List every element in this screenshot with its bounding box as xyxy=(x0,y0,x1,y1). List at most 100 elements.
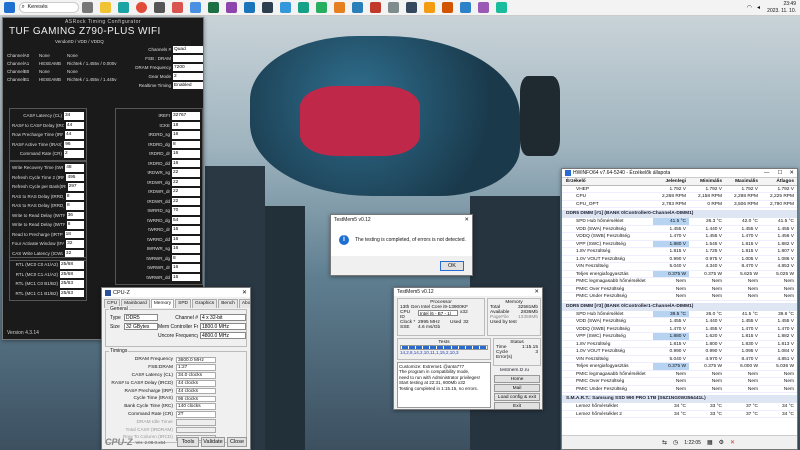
tab-spd[interactable]: SPD xyxy=(175,299,192,308)
maximize-icon[interactable]: ☐ xyxy=(773,170,786,176)
nav-icon[interactable]: ⇆ xyxy=(662,439,667,446)
app-icon[interactable] xyxy=(460,2,471,13)
sensor-row[interactable]: VDDQ (SWB) Feszültség 1.470 V 1.455 V 1.470… xyxy=(562,326,797,333)
tools-button[interactable]: Tools xyxy=(177,437,199,447)
start-icon[interactable] xyxy=(4,2,15,13)
report-icon[interactable]: ▦ xyxy=(707,439,713,446)
taskview-icon[interactable] xyxy=(82,2,93,13)
sensor-row[interactable]: 1.0V VOUT Feszültség 0.990 V 0.975 V 1.005 … xyxy=(562,256,797,263)
tab-bench[interactable]: Bench xyxy=(218,299,238,308)
sensor-min: 1.620 V xyxy=(705,334,722,339)
wifi-icon[interactable]: ◠ xyxy=(747,4,752,11)
mail-button[interactable]: Mail xyxy=(494,384,540,392)
sensor-row[interactable]: PMIC Under Feszültség Nem Nem Nem Nem xyxy=(562,293,797,301)
timing-row: tRDWR_dd 22 xyxy=(118,197,200,207)
sensor-row[interactable]: Lemez hőmérséklet 2 34 °C 33 °C 37 °C 34 °C xyxy=(562,411,797,418)
sensor-row[interactable]: VIN Feszültség 5.040 V 4.340 V 8.470 V 4.853… xyxy=(562,263,797,271)
sensor-row[interactable]: Teljes energiafogyasztás 0.375 W 0.375 W 5.… xyxy=(562,270,797,278)
sensor-section-header[interactable]: DDR5 DIMM [#3] (BANK 0/Controller1-Chann… xyxy=(562,302,797,311)
sensor-current: 1.455 V xyxy=(669,226,686,232)
sensor-row[interactable]: PMIC Over Feszültség Nem Nem Nem Nem xyxy=(562,378,797,386)
app-icon[interactable] xyxy=(154,2,165,13)
excel-icon[interactable] xyxy=(208,2,219,13)
column-header[interactable]: Minimális xyxy=(689,178,725,185)
app-icon[interactable] xyxy=(298,2,309,13)
sensor-row[interactable]: PMIC legmagasabb hőmérséklet Nem Nem Nem Nem xyxy=(562,371,797,378)
close-icon[interactable]: ✕ xyxy=(786,170,797,176)
tm5-link[interactable]: testmem.tz.ru xyxy=(500,368,529,373)
app-icon[interactable] xyxy=(172,2,183,13)
volume-icon[interactable]: ◂ xyxy=(757,4,760,11)
tab-memory[interactable]: Memory xyxy=(150,299,175,308)
column-header[interactable]: Átlagos xyxy=(761,178,797,185)
tab-about[interactable]: About xyxy=(238,299,250,308)
app-icon[interactable] xyxy=(406,2,417,13)
sensor-row[interactable]: Lemez hőmérséklet 34 °C 33 °C 37 °C 34 °C xyxy=(562,403,797,411)
sensor-row[interactable]: Teljes energiafogyasztás 0.375 W 0.375 W 6.… xyxy=(562,363,797,371)
chrome-icon[interactable] xyxy=(136,2,147,13)
minimize-icon[interactable]: — xyxy=(760,170,774,176)
sensor-row[interactable]: VHEP 1.792 V 1.792 V 1.792 V 1.792 V xyxy=(562,186,797,193)
sensor-row[interactable]: PMIC Under Feszültség Nem Nem Nem Nem xyxy=(562,386,797,393)
sensor-row[interactable]: SPD Hub hőmérséklet 41.5 °C 26.3 °C 42.0 °C… xyxy=(562,218,797,226)
explorer-icon[interactable] xyxy=(100,2,111,13)
app-icon[interactable] xyxy=(424,2,435,13)
sensor-min: 1.800 V xyxy=(705,341,722,347)
app-icon[interactable] xyxy=(334,2,345,13)
sensor-row[interactable]: SPD Hub hőmérséklet 39.5 °C 26.0 °C 41.5 °C… xyxy=(562,310,797,318)
sensor-row[interactable]: 1.0V VOUT Feszültség 0.990 V 0.990 V 1.095 … xyxy=(562,348,797,356)
sensor-row[interactable]: PMIC Over Feszültség Nem Nem Nem Nem xyxy=(562,286,797,293)
column-header[interactable]: Érzékelő xyxy=(562,178,653,185)
validate-button[interactable]: Validate xyxy=(201,437,225,447)
home-button[interactable]: Home xyxy=(494,375,540,383)
channel-row: ChannelB0 None None xyxy=(7,68,137,76)
sensor-row[interactable]: VDD (SWA) Feszültség 1.455 V 1.440 V 1.455 … xyxy=(562,318,797,326)
timing-label: Write to Read Delay (tWTR_L) xyxy=(12,212,65,218)
search-box[interactable]: ⌕ Keresés xyxy=(18,2,79,13)
app-icon[interactable] xyxy=(262,2,273,13)
sensor-row[interactable]: VPP (SWC) Feszültség 1.880 V 1.545 V 1.815 … xyxy=(562,240,797,248)
sensor-row[interactable]: VDD (SWA) Feszültség 1.455 V 1.440 V 1.455 … xyxy=(562,226,797,233)
app-icon[interactable] xyxy=(280,2,291,13)
sensor-row[interactable]: 1.8V Feszültség 1.815 V 1.725 V 1.815 V 1.80… xyxy=(562,248,797,256)
app-icon[interactable] xyxy=(388,2,399,13)
exit-button[interactable]: Exit xyxy=(494,402,540,409)
clock[interactable]: 23:49 2023. 11. 10. xyxy=(767,1,796,14)
sensor-section-header[interactable]: DDR5 DIMM [#1] (BANK 0/Controller0-Chann… xyxy=(562,210,797,218)
app-icon[interactable] xyxy=(316,2,327,13)
app-icon[interactable] xyxy=(370,2,381,13)
settings-icon[interactable]: ⚙ xyxy=(719,439,724,446)
close-icon[interactable]: ✕ xyxy=(242,289,250,296)
close-icon[interactable]: ✕ xyxy=(730,439,735,446)
app-icon[interactable] xyxy=(478,2,489,13)
dram-info-row: Channels # Quad xyxy=(135,45,203,54)
close-icon[interactable]: ✕ xyxy=(534,289,542,295)
sensor-row[interactable]: CPU_OPT 2,783 RPM 0 RPM 3,506 RPM 2,790 RPM xyxy=(562,201,797,208)
sensor-row[interactable]: PMIC legmagasabb hőmérséklet Nem Nem Nem Nem xyxy=(562,278,797,286)
sensor-max: 1.455 V xyxy=(741,319,758,324)
sensor-name: PMIC legmagasabb hőmérséklet xyxy=(576,279,646,284)
sensor-row[interactable]: VIN Feszültség 5.040 V 4.970 V 8.470 V 4.851… xyxy=(562,356,797,363)
store-icon[interactable] xyxy=(190,2,201,13)
sensor-name: VPP (SWC) Feszültség xyxy=(576,334,626,339)
ok-button[interactable]: OK xyxy=(440,261,464,271)
app-icon[interactable] xyxy=(226,2,237,13)
column-header[interactable]: Maximális xyxy=(725,178,761,185)
close-button[interactable]: Close xyxy=(227,437,247,447)
load-config-exit-button[interactable]: Load config & exit xyxy=(494,393,540,401)
sensor-section-header[interactable]: S.M.A.R.T.: Samsung SSD 990 PRO 1TB (S6Z… xyxy=(562,395,797,403)
timing-row: RAS# to CAS# Delay (tRCD)44 xyxy=(12,121,84,131)
edge-icon[interactable] xyxy=(118,2,129,13)
timing-label: tWRWR_sg xyxy=(146,246,170,252)
app-icon[interactable] xyxy=(442,2,453,13)
app-icon[interactable] xyxy=(352,2,363,13)
sensor-row[interactable]: CPU 2,268 RPM 2,158 RPM 2,298 RPM 2,225 RPM xyxy=(562,193,797,201)
app-icon[interactable] xyxy=(244,2,255,13)
app-icon[interactable] xyxy=(496,2,507,13)
column-header[interactable]: Jelenlegi xyxy=(653,178,689,185)
tab-graphics[interactable]: Graphics xyxy=(192,299,218,308)
close-icon[interactable]: ✕ xyxy=(464,217,472,223)
sensor-row[interactable]: VPP (SWC) Feszültség 1.880 V 1.620 V 1.815 … xyxy=(562,333,797,341)
sensor-row[interactable]: 1.8V Feszültség 1.815 V 1.800 V 1.830 V 1.81… xyxy=(562,341,797,348)
sensor-row[interactable]: VDDQ (SWB) Feszültség 1.470 V 1.455 V 1.470… xyxy=(562,233,797,241)
